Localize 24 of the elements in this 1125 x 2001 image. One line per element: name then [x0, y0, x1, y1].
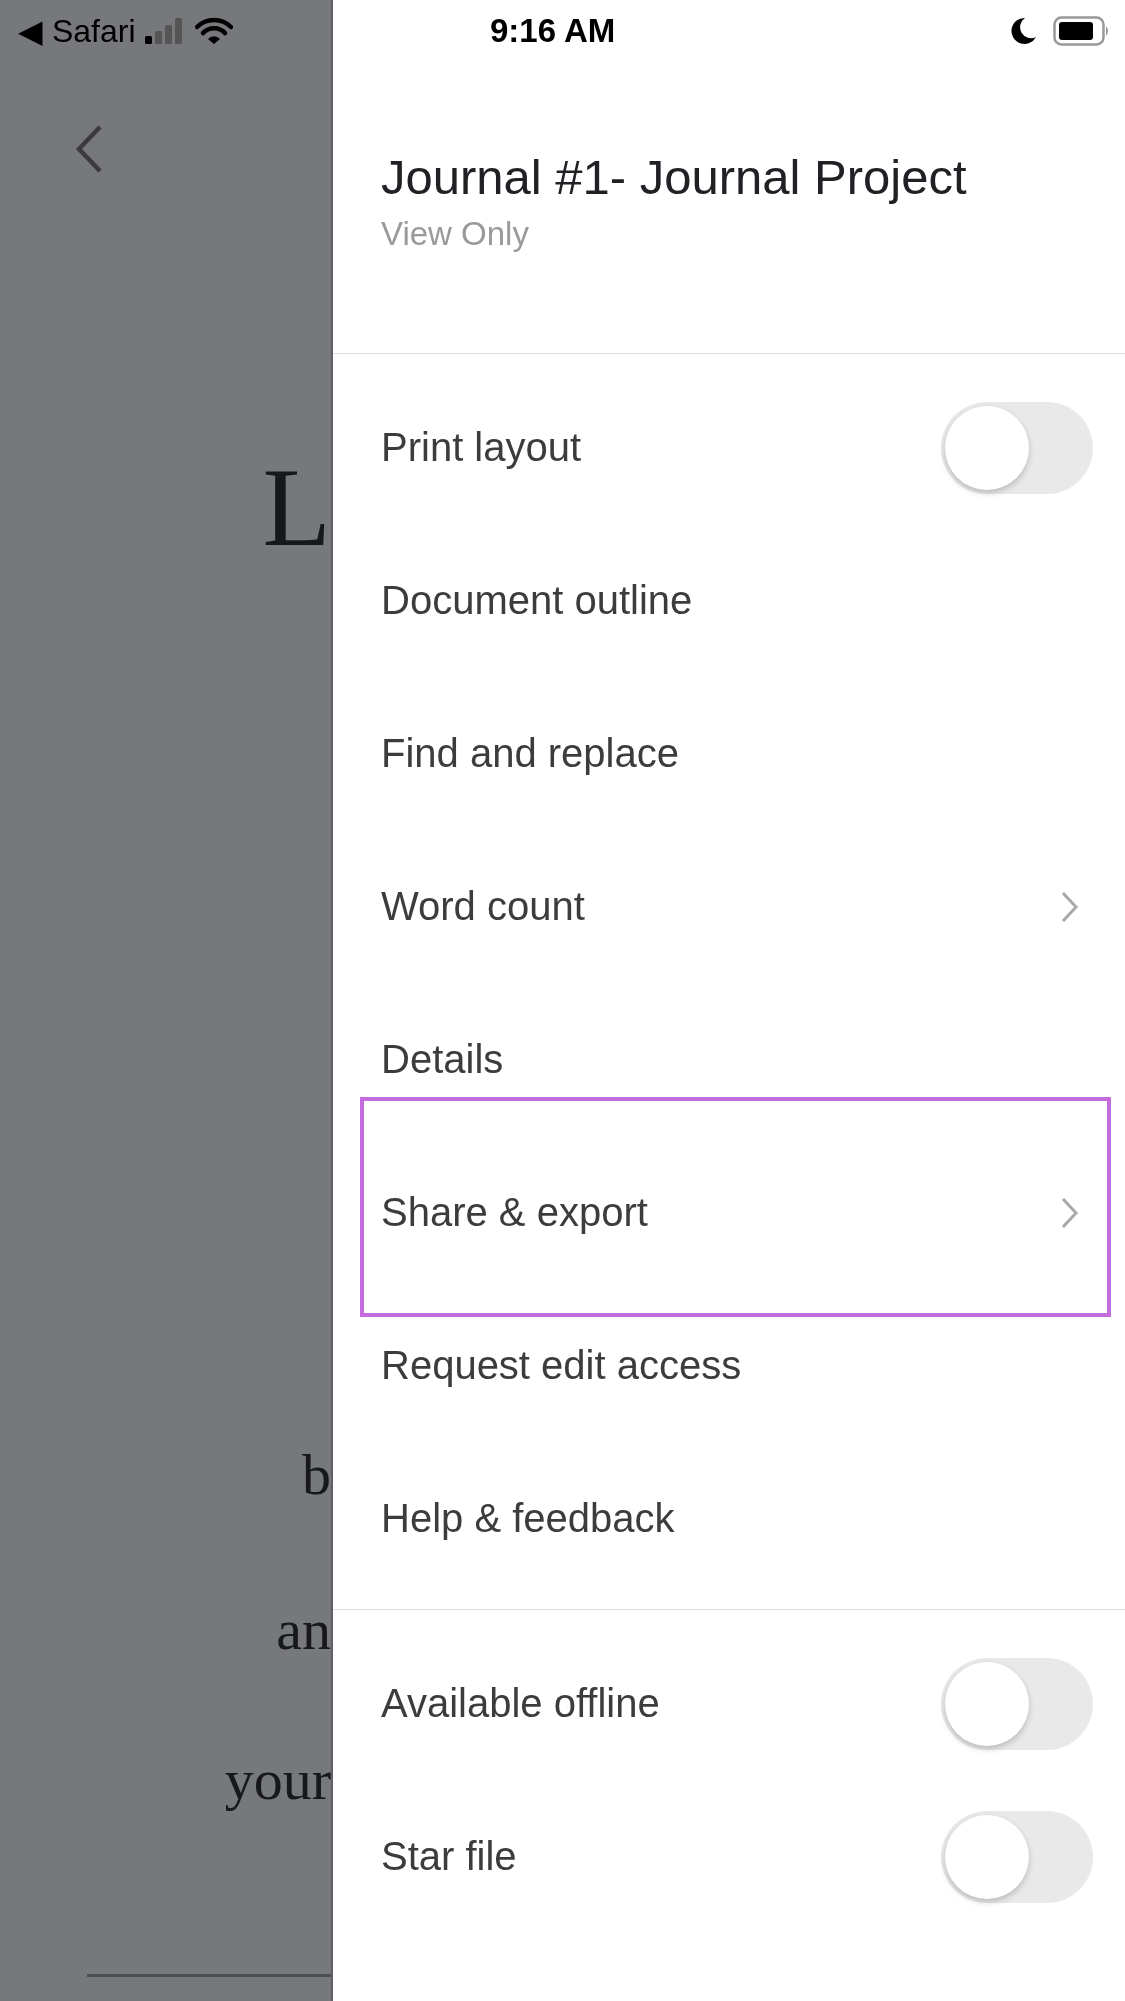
menu-item[interactable]: Find and replace [333, 677, 1125, 830]
back-to-app-link[interactable]: ◀ Safari [18, 12, 136, 50]
document-text: L [262, 444, 331, 571]
menu-item[interactable]: Word count [333, 830, 1125, 983]
menu-item[interactable]: Details [333, 983, 1125, 1136]
access-status: View Only [381, 214, 530, 254]
menu-item[interactable]: Help & feedback [333, 1442, 1125, 1595]
menu-item[interactable]: Star file [333, 1780, 1125, 1933]
document-text: your [224, 1746, 331, 1814]
menu-item[interactable]: Share & export [333, 1136, 1125, 1289]
battery-icon [1053, 16, 1111, 46]
chevron-right-icon [1061, 1196, 1079, 1229]
moon-icon [1011, 17, 1037, 45]
document-text: an [276, 1596, 331, 1664]
menu-item[interactable]: Request edit access [333, 1289, 1125, 1442]
menu-item[interactable]: Print layout [333, 371, 1125, 524]
back-chevron-icon[interactable] [74, 124, 104, 174]
document-title: Journal #1- Journal Project [381, 149, 968, 206]
chevron-right-icon [1061, 890, 1079, 923]
document-text: b [302, 1441, 331, 1509]
menu-item[interactable]: Document outline [333, 524, 1125, 677]
wifi-icon [195, 17, 234, 45]
menu-item[interactable]: Available offline [333, 1627, 1125, 1780]
status-time: 9:16 AM [489, 12, 617, 50]
